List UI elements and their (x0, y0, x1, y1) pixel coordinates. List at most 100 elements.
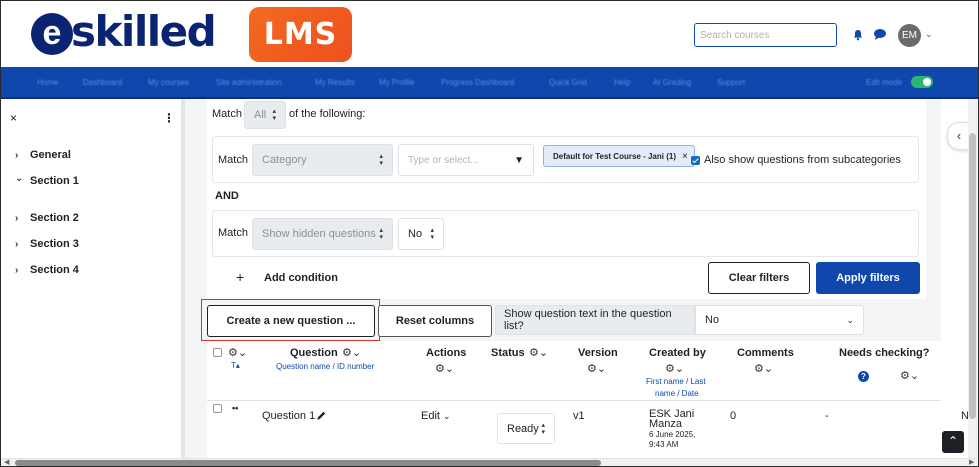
nav-item-support[interactable]: Support (717, 78, 745, 87)
gear-icon[interactable]: ⚙⌄ (529, 346, 548, 359)
condition-type-value: Show hidden questions (262, 228, 376, 240)
sidebar-item-general[interactable]: › General (15, 149, 71, 161)
sidebar-item-section-3[interactable]: › Section 3 (15, 238, 79, 250)
edit-mode-toggle[interactable] (911, 76, 933, 88)
column-header-status[interactable]: Status (491, 347, 525, 359)
annotation-highlight (201, 299, 380, 341)
chat-icon[interactable] (873, 28, 887, 41)
search-input[interactable] (695, 24, 836, 46)
chevron-down-icon[interactable]: ⌄ (925, 29, 933, 40)
gear-icon[interactable]: ⚙⌄ (665, 362, 684, 375)
nav-item-my-profile[interactable]: My Profile (379, 78, 415, 87)
hidden-questions-value: No (408, 228, 423, 240)
add-condition-button[interactable]: Add condition (264, 272, 338, 284)
logo-e-mark[interactable]: e (31, 13, 73, 55)
horizontal-scrollbar-thumb[interactable] (15, 460, 601, 466)
more-icon[interactable]: •• (232, 403, 238, 413)
chevron-right-icon: › (15, 238, 19, 250)
sidebar-item-section-1[interactable]: ⌄ Section 1 (15, 173, 79, 187)
condition-type-select[interactable]: Category ▴ ▾ (252, 144, 393, 176)
nav-item-progress-dashboard[interactable]: Progress Dashboard (441, 78, 514, 87)
chevron-down-icon: ⌄ (443, 411, 451, 421)
column-header-needs-checking: Needs checking? (839, 347, 930, 359)
select-all-checkbox[interactable] (213, 348, 222, 357)
plus-icon[interactable]: + (236, 269, 244, 285)
gear-icon[interactable]: ⚙⌄ (754, 362, 773, 375)
column-header-version: Version (578, 347, 618, 359)
subcategories-label: Also show questions from subcategories (704, 154, 901, 166)
show-question-text-select[interactable]: No ⌄ (695, 305, 864, 335)
gear-icon[interactable]: ⚙⌄ (587, 362, 606, 375)
reset-columns-button[interactable]: Reset columns (378, 305, 492, 337)
question-name: Question 1 (262, 410, 316, 422)
subcategories-checkbox[interactable] (691, 155, 700, 165)
condition-type-select[interactable]: Show hidden questions ▴ ▾ (252, 218, 393, 250)
help-icon[interactable]: ? (858, 371, 869, 382)
edit-menu-label: Edit (421, 410, 440, 422)
show-question-text-label: Show question text in the question list? (495, 305, 695, 335)
vertical-scrollbar-thumb[interactable] (969, 133, 976, 419)
nav-item-home[interactable]: Home (37, 78, 58, 87)
gear-icon[interactable]: ⚙⌄ (342, 346, 361, 359)
remove-tag-icon[interactable]: × (682, 151, 688, 162)
status-select[interactable]: Ready ▴ ▾ (497, 413, 555, 444)
apply-filters-button[interactable]: Apply filters (816, 262, 920, 294)
nav-item-help[interactable]: Help (614, 78, 630, 87)
course-search (694, 23, 837, 47)
gear-icon[interactable]: ⚙⌄ (228, 346, 247, 359)
user-avatar[interactable]: EM (898, 24, 921, 47)
scroll-right-arrow-icon[interactable]: ▶ (969, 458, 974, 466)
condition-match-label: Match (218, 227, 248, 239)
column-header-question[interactable]: Question (290, 347, 338, 359)
nav-item-dashboard[interactable]: Dashboard (83, 78, 122, 87)
select-arrows-icon: ▴ ▾ (379, 227, 383, 241)
chevron-down-icon: ⌄ (846, 314, 854, 325)
close-icon[interactable]: × (10, 111, 17, 125)
nav-item-my-results[interactable]: My Results (315, 78, 355, 87)
nav-item-ai-grading[interactable]: AI Grading (653, 78, 691, 87)
created-date: 6 June 2025, (649, 430, 696, 439)
column-header-comments: Comments (737, 347, 794, 359)
back-to-top-button[interactable]: ⌃ (942, 431, 964, 453)
hidden-questions-select[interactable]: No ▴ ▾ (398, 218, 444, 250)
created-by-sort-links-2[interactable]: name / Date (655, 389, 699, 398)
match-label: Match (212, 108, 242, 120)
sidebar-item-section-2[interactable]: › Section 2 (15, 212, 79, 224)
gear-icon[interactable]: ⚙⌄ (900, 369, 919, 382)
scroll-left-arrow-icon[interactable]: ◀ (4, 458, 9, 466)
created-by-sort-links[interactable]: First name / Last (646, 377, 706, 386)
nav-item-my-courses[interactable]: My courses (148, 78, 189, 87)
sort-type-link[interactable]: T▴ (231, 361, 240, 370)
created-time: 9:43 AM (649, 440, 679, 449)
bell-icon[interactable] (852, 29, 864, 41)
nav-item-quick-grid[interactable]: Quick Grid (549, 78, 587, 87)
clear-filters-button[interactable]: Clear filters (708, 262, 810, 294)
logo-lms-badge[interactable]: LMS (249, 7, 352, 62)
row-select-checkbox[interactable] (213, 404, 222, 413)
gear-icon[interactable]: ⚙⌄ (435, 362, 454, 375)
category-search-placeholder: Type or select... (408, 154, 479, 166)
match-all-value: All (254, 109, 267, 121)
sidebar-item-label: Section 3 (30, 238, 79, 250)
chevron-up-icon: ⌃ (947, 434, 959, 448)
subcategories-option: Also show questions from subcategories (691, 154, 901, 166)
logo-wordmark[interactable]: skilled (71, 7, 217, 56)
condition-type-value: Category (262, 154, 307, 166)
column-header-created-by[interactable]: Created by (649, 347, 706, 359)
following-text: of the following: (289, 108, 366, 120)
comments-count[interactable]: 0 (730, 410, 736, 422)
row-divider (207, 400, 941, 401)
more-options-icon[interactable]: ⋮ (163, 111, 175, 125)
sidebar-item-section-4[interactable]: › Section 4 (15, 264, 79, 276)
nav-item-site-administration[interactable]: Site administration (216, 78, 282, 87)
caret-down-icon[interactable]: ▼ (514, 155, 524, 166)
select-arrows-icon: ▴ ▾ (272, 108, 276, 122)
edit-menu[interactable]: Edit ⌄ (421, 410, 451, 422)
question-sort-links[interactable]: Question name / ID number (276, 362, 374, 371)
category-search-input[interactable]: Type or select... ▼ (398, 144, 534, 176)
chevron-down-icon: ⌄ (15, 173, 24, 184)
match-all-select[interactable]: All ▴ ▾ (244, 101, 286, 129)
version-value: v1 (573, 410, 585, 422)
sidebar-item-label: General (30, 149, 71, 161)
edit-pencil-icon[interactable] (316, 410, 327, 421)
